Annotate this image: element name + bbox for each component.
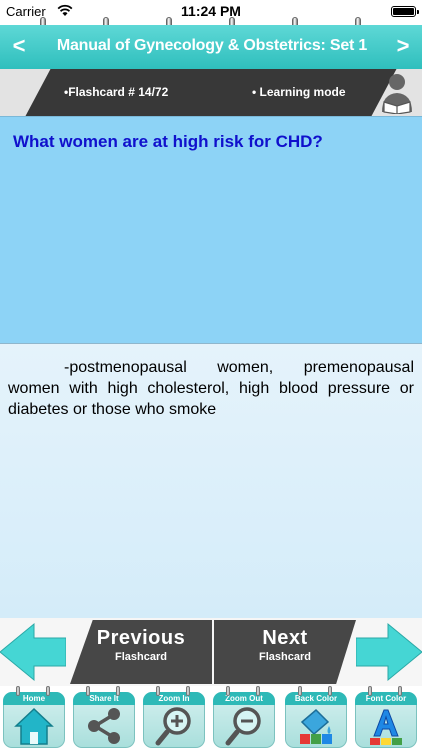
battery-icon xyxy=(391,6,419,17)
arrow-left-icon[interactable] xyxy=(0,622,66,682)
share-icon xyxy=(88,708,120,744)
share-button[interactable]: Share It xyxy=(70,686,138,750)
page-title: Manual of Gynecology & Obstetrics: Set 1 xyxy=(56,37,368,54)
mode-label: • Learning mode xyxy=(252,85,346,99)
mode-strip: •Flashcard # 14/72 • Learning mode xyxy=(0,69,422,116)
answer-panel: -postmenopausal women, premenopausal wom… xyxy=(0,344,422,618)
font-color-icon xyxy=(370,709,402,745)
arrow-right-icon[interactable] xyxy=(356,622,422,682)
previous-flashcard-button[interactable]: Previous Flashcard xyxy=(70,620,212,684)
previous-label: Previous xyxy=(96,627,186,649)
answer-text: -postmenopausal women, premenopausal wom… xyxy=(8,359,414,418)
font-color-button[interactable]: Font Color xyxy=(352,686,420,750)
back-color-icon xyxy=(300,708,332,744)
next-flashcard-button[interactable]: Next Flashcard xyxy=(214,620,356,684)
bottom-toolbar: Home Share It Zoom In Zoom Out Back Colo… xyxy=(0,686,422,750)
next-label: Next xyxy=(262,627,308,649)
flashcard-navigation: Previous Flashcard Next Flashcard xyxy=(0,618,422,686)
next-sublabel: Flashcard xyxy=(259,651,311,663)
flashcard-counter: •Flashcard # 14/72 xyxy=(64,85,169,99)
zoom-in-button[interactable]: Zoom In xyxy=(140,686,208,750)
title-bar: < Manual of Gynecology & Obstetrics: Set… xyxy=(0,25,422,69)
zoom-out-icon xyxy=(225,707,261,746)
question-text: What women are at high risk for CHD? xyxy=(13,132,323,151)
home-icon xyxy=(14,707,54,745)
reader-icon[interactable] xyxy=(378,72,416,114)
next-set-button[interactable]: > xyxy=(390,33,416,59)
zoom-in-icon xyxy=(155,707,191,746)
home-button[interactable]: Home xyxy=(0,686,68,750)
previous-set-button[interactable]: < xyxy=(6,33,32,59)
zoom-out-button[interactable]: Zoom Out xyxy=(210,686,278,750)
back-color-button[interactable]: Back Color xyxy=(282,686,350,750)
previous-sublabel: Flashcard xyxy=(115,651,167,663)
question-panel: What women are at high risk for CHD? xyxy=(0,116,422,344)
